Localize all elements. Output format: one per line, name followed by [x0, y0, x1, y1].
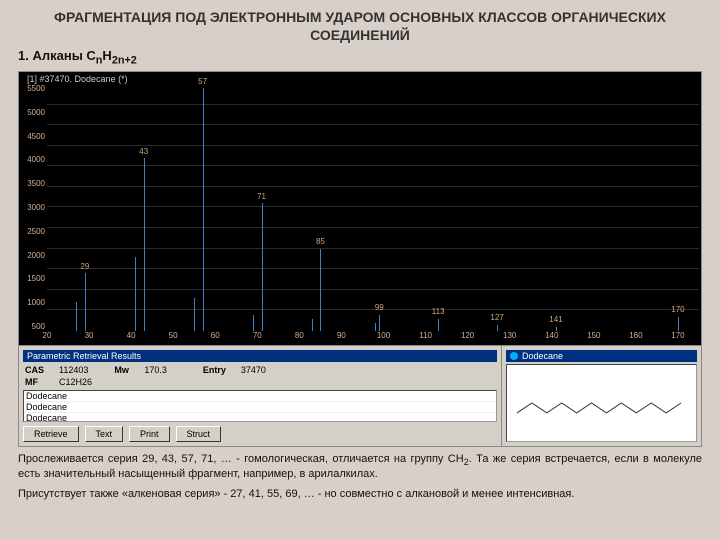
formula-sub-2n2: 2n+2: [112, 55, 137, 67]
plot-area: 294357718599113127141170: [47, 84, 699, 331]
spectrum-app-window: [1] #37470. Dodecane (*) 550050004500400…: [18, 71, 702, 447]
mf-label: MF: [25, 377, 53, 387]
results-list[interactable]: DodecaneDodecaneDodecane: [23, 390, 497, 422]
molecule-icon: [507, 365, 696, 441]
slide-title: ФРАГМЕНТАЦИЯ ПОД ЭЛЕКТРОННЫМ УДАРОМ ОСНО…: [0, 0, 720, 46]
info-panel: Parametric Retrieval Results CAS 112403 …: [19, 346, 501, 446]
body-text-1a: Прослеживается серия 29, 43, 57, 71, … -…: [18, 453, 464, 465]
text-button[interactable]: Text: [85, 426, 124, 442]
entry-label: Entry: [203, 365, 235, 375]
print-button[interactable]: Print: [129, 426, 170, 442]
structure-title: Dodecane: [522, 351, 563, 361]
subtitle-prefix: 1. Алканы C: [18, 48, 96, 63]
mw-value: 170.3: [144, 365, 167, 375]
structure-header: Dodecane: [506, 350, 697, 362]
structure-dot-icon: [510, 352, 518, 360]
mf-value: C12H26: [59, 377, 92, 387]
cas-value: 112403: [59, 365, 88, 375]
y-axis: 5500500045004000350030002500200015001000…: [19, 84, 45, 331]
chart-header: [1] #37470. Dodecane (*): [23, 74, 132, 84]
body-paragraph-2: Присутствует также «алкеновая серия» - 2…: [0, 482, 720, 502]
lower-pane: Parametric Retrieval Results CAS 112403 …: [19, 346, 701, 446]
cas-label: CAS: [25, 365, 53, 375]
subtitle: 1. Алканы CnH2n+2: [0, 46, 720, 71]
retrieve-button[interactable]: Retrieve: [23, 426, 79, 442]
structure-panel: Dodecane: [501, 346, 701, 446]
x-axis: 2030405060708090100110120130140150160170: [47, 331, 699, 345]
formula-h: H: [102, 48, 111, 63]
mw-label: Mw: [114, 365, 138, 375]
info-header: Parametric Retrieval Results: [23, 350, 497, 362]
struct-button[interactable]: Struct: [176, 426, 222, 442]
structure-view[interactable]: [506, 364, 697, 442]
spectrum-chart[interactable]: [1] #37470. Dodecane (*) 550050004500400…: [19, 72, 701, 346]
entry-value: 37470: [241, 365, 266, 375]
body-paragraph-1: Прослеживается серия 29, 43, 57, 71, … -…: [0, 447, 720, 482]
